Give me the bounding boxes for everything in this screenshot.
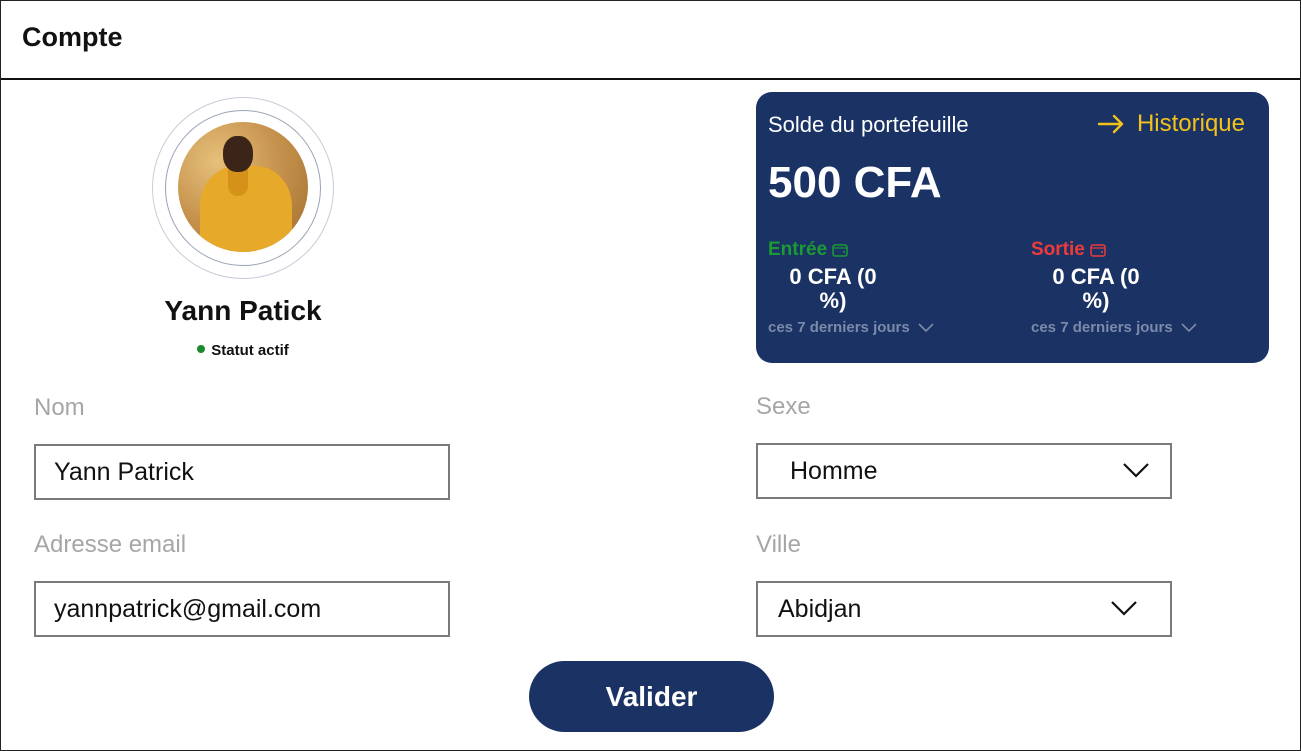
expense-title: Sortie <box>1031 239 1085 260</box>
sex-label: Sexe <box>756 393 811 420</box>
chevron-down-icon <box>1181 322 1197 332</box>
expense-period-label: ces 7 derniers jours <box>1031 319 1173 336</box>
history-link-label: Historique <box>1136 110 1245 137</box>
avatar-head <box>223 136 253 172</box>
status-badge: Statut actif <box>101 342 385 359</box>
expense-title-row: Sortie <box>1031 239 1271 261</box>
chevron-down-icon <box>918 322 934 332</box>
header-bar: Compte <box>1 1 1300 80</box>
wallet-label: Solde du portefeuille <box>768 112 969 137</box>
city-label: Ville <box>756 531 801 558</box>
profile-name: Yann Patick <box>164 295 322 326</box>
income-period-label: ces 7 derniers jours <box>768 319 910 336</box>
email-field[interactable] <box>36 583 448 635</box>
email-label: Adresse email <box>34 531 187 558</box>
submit-button[interactable]: Valider <box>529 661 774 732</box>
city-select[interactable]: Abidjan <box>756 581 1172 637</box>
wallet-balance: 500 CFA <box>768 158 942 207</box>
avatar[interactable] <box>178 122 308 252</box>
sex-select-value: Homme <box>790 456 878 485</box>
name-label: Nom <box>34 394 85 421</box>
wallet-in-icon <box>832 244 848 257</box>
sex-select[interactable]: Homme <box>756 443 1172 499</box>
expense-summary: Sortie 0 CFA (0 %) ces 7 derniers jours <box>1031 239 1271 336</box>
page-title: Compte <box>22 22 123 52</box>
name-field[interactable] <box>36 446 448 498</box>
expense-value: 0 CFA (0 %) <box>1052 264 1140 313</box>
account-page: Compte Yann Patick Statut actif Solde du… <box>0 0 1301 751</box>
wallet-out-icon <box>1090 244 1106 257</box>
expense-period-dropdown[interactable]: ces 7 derniers jours <box>1031 319 1271 336</box>
name-field-box <box>34 444 450 500</box>
income-value: 0 CFA (0 %) <box>789 264 877 313</box>
arrow-right-icon <box>1097 114 1124 134</box>
income-title-row: Entrée <box>768 239 1008 261</box>
income-period-dropdown[interactable]: ces 7 derniers jours <box>768 319 1008 336</box>
status-dot-icon <box>197 345 206 353</box>
wallet-card: Solde du portefeuille Historique 500 CFA… <box>756 92 1269 363</box>
chevron-down-icon <box>1111 601 1137 616</box>
status-text: Statut actif <box>211 342 289 359</box>
chevron-down-icon <box>1123 463 1149 478</box>
history-link[interactable]: Historique <box>1097 110 1245 138</box>
income-summary: Entrée 0 CFA (0 %) ces 7 derniers jours <box>768 239 1008 336</box>
income-title: Entrée <box>768 239 828 260</box>
email-field-box <box>34 581 450 637</box>
